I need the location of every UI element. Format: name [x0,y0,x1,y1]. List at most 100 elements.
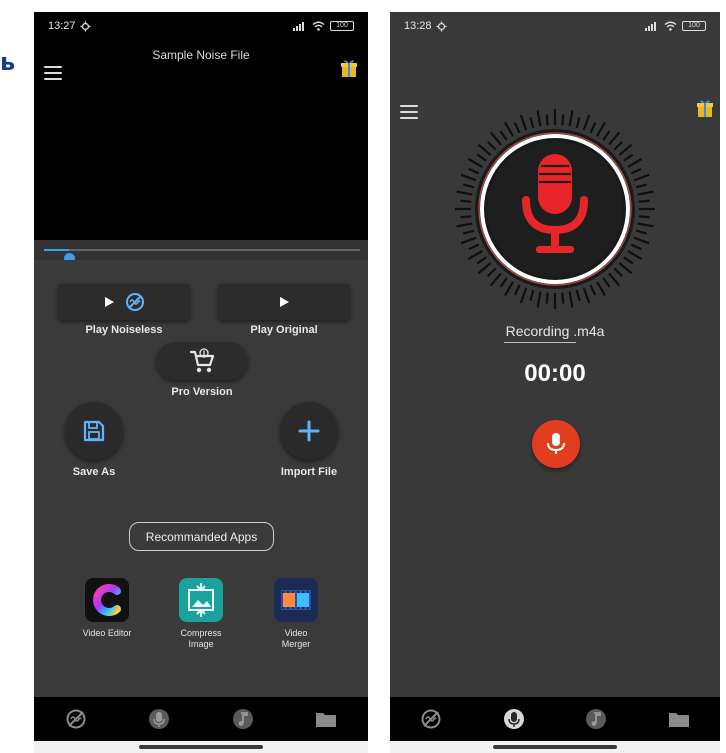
save-as-label: Save As [72,466,116,478]
folder-icon [668,713,689,727]
level-tick [460,215,472,219]
signal-icon [293,21,304,31]
app-compress-image[interactable]: Compress Image [163,578,239,650]
seek-progress [44,249,70,251]
shopping-cart-icon [190,348,215,373]
level-tick [596,281,606,297]
import-file-button[interactable] [280,402,338,460]
level-tick [487,267,497,277]
level-tick [519,287,528,304]
status-bar: 13:28 100 [390,12,720,40]
video-editor-app-icon [85,578,129,622]
level-tick [589,122,597,134]
level-tick [575,289,581,302]
wifi-icon [664,21,677,31]
level-tick [575,116,581,129]
play-noiseless-label: Play Noiseless [85,324,163,336]
gift-icon[interactable] [696,98,714,118]
nav-audio-files[interactable] [230,706,256,732]
gift-icon[interactable] [340,58,358,78]
status-time: 13:27 [48,20,76,32]
recording-filename[interactable]: Recording .m4a [390,323,720,341]
play-icon [280,297,289,307]
level-tick [460,173,477,182]
level-tick [638,199,650,203]
level-tick [568,291,574,308]
level-tick [468,243,480,251]
nav-audio-files[interactable] [583,706,609,732]
left-phone-screen: 13:27 100 Sample Noise File Play Noisele… [34,12,368,753]
level-tick [456,222,473,228]
level-tick [627,158,643,168]
level-tick [635,229,648,235]
signal-icon [645,21,656,31]
level-tick [637,190,654,196]
noise-cancel-icon [126,293,144,311]
settings-gear-icon [79,20,91,32]
level-tick [468,167,480,175]
nav-record[interactable] [146,706,172,732]
wifi-icon [312,21,325,31]
app-video-editor[interactable]: Video Editor [69,578,145,639]
level-tick [596,121,606,137]
level-tick [499,130,508,141]
level-tick [513,284,521,296]
record-button[interactable] [532,420,580,468]
nav-record[interactable] [501,706,527,732]
play-original-button[interactable] [218,284,350,320]
level-tick [489,131,502,146]
hamburger-menu-icon[interactable] [400,105,418,119]
save-as-button[interactable] [65,402,123,460]
bottom-navigation [390,697,720,741]
nav-noise-off[interactable] [63,706,89,732]
nav-folder[interactable] [313,706,339,732]
app-video-merger[interactable]: Video Merger [258,578,334,650]
video-merger-app-icon [274,578,318,622]
level-tick [519,114,528,131]
level-tick [618,262,633,275]
level-tick [460,199,472,203]
level-tick [476,153,487,162]
battery-icon: 100 [682,21,706,31]
level-tick [477,262,492,275]
home-indicator [34,741,368,753]
recommended-apps-button[interactable]: Recommanded Apps [129,522,274,551]
nav-folder[interactable] [666,706,692,732]
big-record-button[interactable] [450,104,660,314]
bottom-navigation [34,697,368,741]
video-player[interactable]: Sample Noise File [34,40,368,240]
level-tick [462,183,475,189]
play-icon [105,297,114,307]
level-tick [561,114,565,126]
status-bar: 13:27 100 [34,12,368,40]
page-fragment-text: ь [0,48,16,76]
seek-track[interactable] [44,249,360,264]
noise-off-icon [66,709,86,729]
seek-bar[interactable] [34,240,368,264]
level-tick [499,277,508,288]
hamburger-menu-icon[interactable] [44,66,62,80]
settings-gear-icon [435,20,447,32]
level-tick [487,141,497,151]
filename-underline [504,342,576,343]
level-tick [467,250,483,260]
level-tick [623,153,634,162]
level-tick [456,190,473,196]
pro-version-button[interactable] [156,342,248,380]
level-tick [608,272,621,287]
recording-timer: 00:00 [524,360,586,387]
play-original-label: Play Original [250,324,318,336]
level-tick [633,236,650,245]
level-tick [504,121,514,137]
nav-noise-off[interactable] [418,706,444,732]
level-tick [476,256,487,265]
controls-panel: Play Noiseless Play Original Pro Version… [34,260,368,697]
level-tick [561,292,565,304]
play-noiseless-button[interactable] [58,284,190,320]
level-tick [633,173,650,182]
microphone-icon [149,709,170,729]
plus-icon [298,420,320,442]
compress-image-app-icon [179,578,223,622]
level-tick [536,291,542,308]
level-tick [627,250,643,260]
